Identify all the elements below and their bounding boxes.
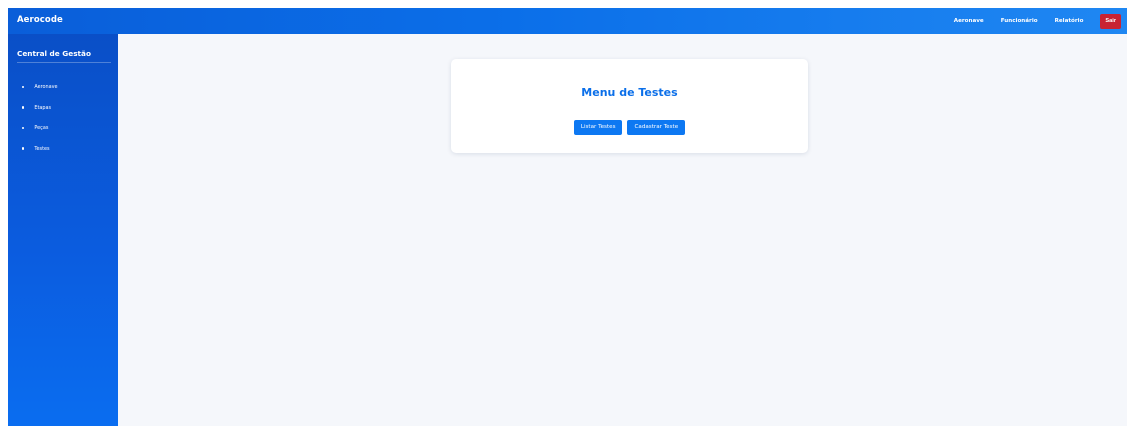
sidebar-menu: Aeronave Etapas Peças Testes xyxy=(22,83,58,165)
nav-link-funcionario[interactable]: Funcionário xyxy=(1001,16,1038,26)
bullet-icon xyxy=(22,85,25,89)
brand-logo[interactable]: Aerocode xyxy=(17,13,63,27)
sidebar-item-etapas[interactable]: Etapas xyxy=(22,104,58,112)
sidebar-divider xyxy=(17,62,111,63)
tests-menu-card: Menu de Testes Listar Testes Cadastrar T… xyxy=(451,59,808,153)
nav-link-relatorio[interactable]: Relatório xyxy=(1055,16,1084,26)
sidebar-title: Central de Gestão xyxy=(17,49,91,58)
sidebar-item-aeronave[interactable]: Aeronave xyxy=(22,83,58,91)
bullet-icon xyxy=(22,126,25,130)
card-title: Menu de Testes xyxy=(581,86,678,99)
sidebar-item-testes[interactable]: Testes xyxy=(22,145,58,153)
sidebar-item-label: Peças xyxy=(34,125,49,131)
sidebar-item-label: Etapas xyxy=(34,104,52,111)
logout-button[interactable]: Sair xyxy=(1100,13,1121,29)
sidebar-item-label: Testes xyxy=(34,145,50,152)
list-tests-button[interactable]: Listar Testes xyxy=(573,120,623,135)
bullet-icon xyxy=(22,147,25,150)
top-navbar: Aerocode Aeronave Funcionário Relatório … xyxy=(8,8,1127,34)
bullet-icon xyxy=(22,106,25,109)
nav-link-aeronave[interactable]: Aeronave xyxy=(954,16,984,26)
top-nav: Aeronave Funcionário Relatório Sair xyxy=(954,11,1121,31)
sidebar-item-pecas[interactable]: Peças xyxy=(22,124,58,132)
card-actions: Listar Testes Cadastrar Teste xyxy=(451,120,808,135)
sidebar: Central de Gestão Aeronave Etapas Peças … xyxy=(8,34,118,426)
register-test-button[interactable]: Cadastrar Teste xyxy=(627,120,686,135)
sidebar-item-label: Aeronave xyxy=(34,84,58,90)
app-window: Aerocode Aeronave Funcionário Relatório … xyxy=(8,8,1127,426)
